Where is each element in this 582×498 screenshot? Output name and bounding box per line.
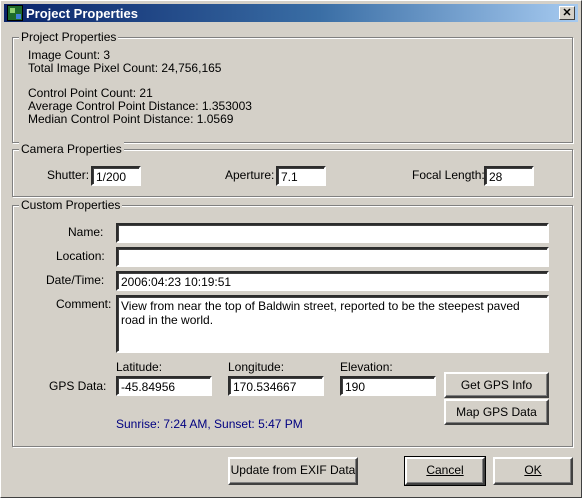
location-label: Location: [56, 249, 105, 263]
longitude-label: Longitude: [228, 360, 285, 374]
shutter-field[interactable]: 1/200 [91, 166, 141, 186]
focal-length-field[interactable]: 28 [484, 166, 534, 186]
datetime-label: Date/Time: [46, 273, 105, 287]
aperture-label: Aperture: [225, 168, 275, 182]
shutter-label: Shutter: [47, 168, 90, 182]
longitude-field[interactable]: 170.534667 [228, 376, 324, 396]
comment-textarea[interactable]: View from near the top of Baldwin street… [116, 295, 549, 353]
control-point-count-text: Control Point Count: 21 [28, 86, 153, 100]
app-icon [7, 5, 23, 21]
location-field[interactable] [116, 247, 549, 267]
project-properties-legend: Project Properties [19, 30, 119, 44]
latitude-field[interactable]: -45.84956 [116, 376, 212, 396]
gps-data-label: GPS Data: [49, 379, 107, 393]
window-title: Project Properties [26, 6, 138, 21]
close-button[interactable]: ✕ [559, 6, 575, 20]
latitude-label: Latitude: [116, 360, 163, 374]
ok-button[interactable]: OK [493, 457, 573, 485]
project-properties-group: Project Properties Image Count: 3 Total … [12, 30, 573, 143]
map-gps-data-button[interactable]: Map GPS Data [444, 399, 549, 425]
comment-label: Comment: [56, 297, 112, 311]
cancel-button[interactable]: Cancel [404, 456, 486, 486]
aperture-field[interactable]: 7.1 [276, 166, 326, 186]
custom-properties-group: Custom Properties Name: Location: Date/T… [12, 198, 573, 447]
custom-properties-legend: Custom Properties [19, 198, 123, 212]
elevation-field[interactable]: 190 [340, 376, 436, 396]
name-label: Name: [68, 225, 104, 239]
median-cp-distance-text: Median Control Point Distance: 1.0569 [28, 112, 234, 126]
average-cp-distance-text: Average Control Point Distance: 1.353003 [28, 99, 252, 113]
datetime-field[interactable]: 2006:04:23 10:19:51 [116, 271, 549, 291]
sunrise-sunset-text: Sunrise: 7:24 AM, Sunset: 5:47 PM [116, 417, 303, 431]
project-properties-window: Project Properties ✕ Project Properties … [0, 0, 582, 498]
elevation-label: Elevation: [340, 360, 393, 374]
camera-properties-legend: Camera Properties [19, 142, 124, 156]
get-gps-info-button[interactable]: Get GPS Info [444, 372, 549, 398]
title-bar[interactable]: Project Properties ✕ [4, 4, 578, 22]
update-from-exif-button[interactable]: Update from EXIF Data [228, 457, 358, 485]
camera-properties-group: Camera Properties Shutter: 1/200 Apertur… [12, 142, 573, 197]
name-field[interactable] [116, 223, 549, 243]
pixel-count-text: Total Image Pixel Count: 24,756,165 [28, 61, 222, 75]
focal-length-label: Focal Length: [412, 168, 485, 182]
image-count-text: Image Count: 3 [28, 48, 111, 62]
